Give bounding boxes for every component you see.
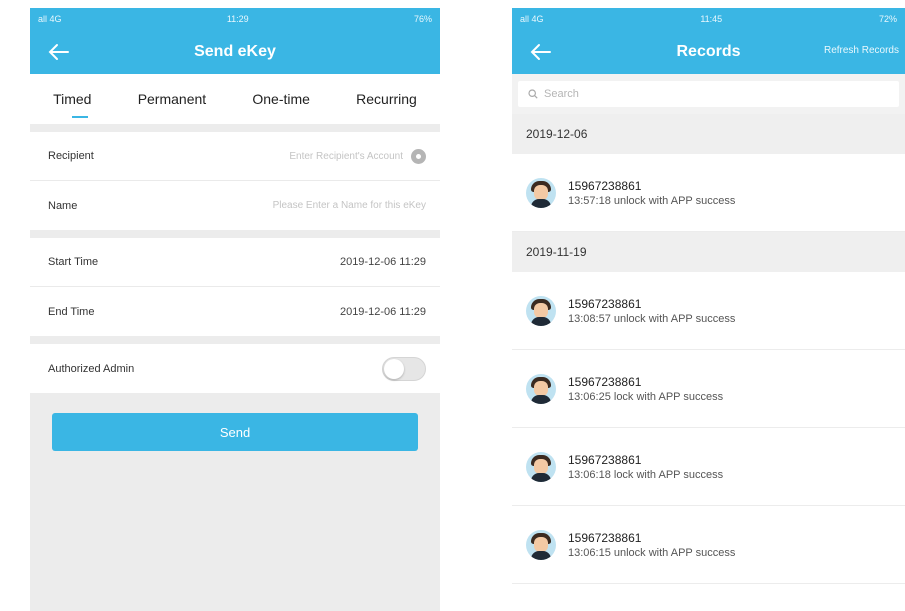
authorized-admin-toggle[interactable] bbox=[382, 356, 426, 381]
record-account: 15967238861 bbox=[568, 178, 642, 193]
status-battery: 76% bbox=[413, 14, 432, 24]
nav-bar: Send eKey bbox=[30, 30, 440, 74]
status-carrier: all 4G bbox=[38, 14, 62, 24]
contacts-icon[interactable] bbox=[411, 148, 426, 164]
name-input[interactable]: Please Enter a Name for this eKey bbox=[273, 200, 426, 211]
name-row[interactable]: Name Please Enter a Name for this eKey bbox=[30, 181, 440, 230]
end-time-row[interactable]: End Time 2019-12-06 11:29 bbox=[30, 287, 440, 336]
record-item[interactable]: 15967238861 13:06:18 lock with APP succe… bbox=[512, 428, 905, 506]
page-title: Send eKey bbox=[194, 43, 276, 60]
back-arrow-icon bbox=[48, 44, 69, 60]
tab-recurring[interactable]: Recurring bbox=[352, 91, 421, 107]
avatar bbox=[526, 295, 556, 326]
record-event: 13:06:15 unlock with APP success bbox=[568, 546, 736, 559]
record-text: 15967238861 13:06:25 lock with APP succe… bbox=[568, 375, 723, 403]
record-item[interactable]: 15967238861 13:57:18 unlock with APP suc… bbox=[512, 154, 905, 232]
send-button[interactable]: Send bbox=[52, 413, 418, 451]
send-ekey-header: all 4G 11:29 76% Send eKey bbox=[30, 8, 440, 74]
authorized-admin-label: Authorized Admin bbox=[48, 362, 135, 375]
back-arrow-icon bbox=[530, 44, 551, 60]
record-text: 15967238861 13:06:18 lock with APP succe… bbox=[568, 453, 723, 481]
avatar bbox=[526, 529, 556, 560]
records-header: all 4G 11:45 72% Records Refresh Records bbox=[512, 8, 905, 74]
record-event: 13:08:57 unlock with APP success bbox=[568, 312, 736, 325]
record-account: 15967238861 bbox=[568, 530, 642, 545]
refresh-records-button[interactable]: Refresh Records bbox=[824, 45, 899, 56]
record-account: 15967238861 bbox=[568, 452, 642, 467]
date-header: 2019-12-06 bbox=[512, 114, 905, 154]
start-time-value[interactable]: 2019-12-06 11:29 bbox=[340, 256, 426, 268]
avatar bbox=[526, 177, 556, 208]
record-text: 15967238861 13:08:57 unlock with APP suc… bbox=[568, 297, 735, 325]
record-text: 15967238861 13:06:15 unlock with APP suc… bbox=[568, 531, 735, 559]
time-group: Start Time 2019-12-06 11:29 End Time 201… bbox=[30, 238, 440, 336]
tab-timed[interactable]: Timed bbox=[49, 91, 95, 107]
recipient-group: Recipient Enter Recipient's Account Name… bbox=[30, 132, 440, 230]
start-time-label: Start Time bbox=[48, 256, 99, 268]
screenshot-stage: all 4G 11:29 76% Send eKey Timed Permane… bbox=[0, 0, 905, 611]
back-button[interactable] bbox=[46, 38, 76, 66]
status-bar: all 4G 11:29 76% bbox=[30, 8, 440, 30]
recipient-label: Recipient bbox=[48, 150, 94, 162]
record-event: 13:06:18 lock with APP success bbox=[568, 468, 724, 481]
record-text: 15967238861 13:57:18 unlock with APP suc… bbox=[568, 179, 735, 207]
record-event: 13:06:25 lock with APP success bbox=[568, 390, 724, 403]
end-time-value[interactable]: 2019-12-06 11:29 bbox=[340, 306, 426, 318]
record-account: 15967238861 bbox=[568, 296, 642, 311]
recipient-row[interactable]: Recipient Enter Recipient's Account bbox=[30, 132, 440, 181]
status-battery: 72% bbox=[878, 14, 897, 24]
search-input[interactable]: Search bbox=[518, 81, 899, 107]
admin-group: Authorized Admin bbox=[30, 344, 440, 393]
record-event: 13:57:18 unlock with APP success bbox=[568, 194, 736, 207]
back-button[interactable] bbox=[528, 38, 558, 66]
authorized-admin-row: Authorized Admin bbox=[30, 344, 440, 393]
search-placeholder: Search bbox=[544, 88, 579, 100]
toggle-knob bbox=[384, 358, 404, 379]
end-time-label: End Time bbox=[48, 305, 95, 318]
avatar bbox=[526, 373, 556, 404]
ekey-type-tabs: Timed Permanent One-time Recurring bbox=[30, 74, 440, 124]
nav-bar: Records Refresh Records bbox=[512, 30, 905, 74]
status-time: 11:45 bbox=[700, 14, 723, 24]
tab-one-time[interactable]: One-time bbox=[248, 91, 314, 107]
recipient-field-wrap: Enter Recipient's Account bbox=[289, 148, 426, 164]
page-title: Records bbox=[676, 43, 741, 60]
active-tab-indicator bbox=[72, 116, 88, 118]
name-label: Name bbox=[48, 199, 78, 212]
record-item[interactable]: 15967238861 13:06:15 unlock with APP suc… bbox=[512, 506, 905, 584]
start-time-row[interactable]: Start Time 2019-12-06 11:29 bbox=[30, 238, 440, 287]
search-bar: Search bbox=[512, 74, 905, 114]
recipient-input[interactable]: Enter Recipient's Account bbox=[289, 151, 403, 162]
record-item[interactable]: 15967238861 13:08:57 unlock with APP suc… bbox=[512, 272, 905, 350]
record-account: 15967238861 bbox=[568, 374, 642, 389]
search-icon bbox=[528, 89, 538, 99]
record-item[interactable]: 15967238861 13:06:25 lock with APP succe… bbox=[512, 350, 905, 428]
status-carrier: all 4G bbox=[520, 14, 544, 24]
status-bar: all 4G 11:45 72% bbox=[512, 8, 905, 30]
date-header: 2019-11-19 bbox=[512, 232, 905, 272]
tab-permanent[interactable]: Permanent bbox=[134, 91, 210, 107]
send-ekey-screen: all 4G 11:29 76% Send eKey Timed Permane… bbox=[30, 8, 440, 611]
status-time: 11:29 bbox=[226, 14, 249, 24]
avatar bbox=[526, 451, 556, 482]
records-screen: all 4G 11:45 72% Records Refresh Records… bbox=[512, 8, 905, 611]
